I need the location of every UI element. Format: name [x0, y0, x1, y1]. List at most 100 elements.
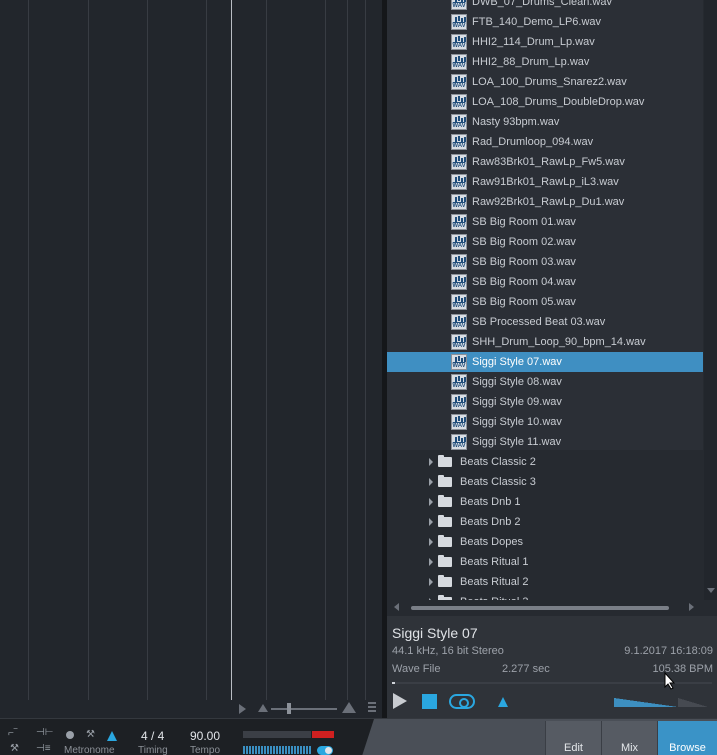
zoom-slider-handle[interactable]: [287, 703, 291, 714]
wav-file-icon: WAV: [451, 434, 467, 450]
tempo-value[interactable]: 90.00: [190, 729, 220, 743]
file-row[interactable]: WAV SB Big Room 01.wav: [387, 212, 703, 232]
grid-line: [28, 0, 29, 700]
folder-row[interactable]: Beats Ritual 2: [387, 572, 703, 592]
preview-volume-slider[interactable]: [614, 698, 678, 707]
file-row[interactable]: WAV Siggi Style 11.wav: [387, 432, 703, 452]
file-row[interactable]: WAV Nasty 93bpm.wav: [387, 112, 703, 132]
wav-file-icon: WAV: [451, 294, 467, 310]
file-row[interactable]: WAV Rad_Drumloop_094.wav: [387, 132, 703, 152]
wav-file-icon: WAV: [451, 234, 467, 250]
file-row[interactable]: WAV Siggi Style 07.wav: [387, 352, 703, 372]
punch-icon[interactable]: ⊣⊢: [36, 728, 53, 738]
folder-row[interactable]: Beats Ritual 1: [387, 552, 703, 572]
scroll-left-icon[interactable]: [394, 603, 399, 611]
zoom-out-icon[interactable]: [258, 704, 268, 712]
play-icon[interactable]: [393, 693, 407, 709]
file-row[interactable]: WAV Siggi Style 08.wav: [387, 372, 703, 392]
file-label: DWB_07_Drums_Clean.wav: [472, 0, 612, 8]
automation-icon[interactable]: ⌐‾: [8, 729, 17, 739]
vertical-scrollbar[interactable]: [704, 0, 717, 600]
folder-row[interactable]: Beats Dnb 2: [387, 512, 703, 532]
file-row[interactable]: WAV Raw92Brk01_RawLp_Du1.wav: [387, 192, 703, 212]
wav-file-icon: WAV: [451, 34, 467, 50]
file-row[interactable]: WAV SB Big Room 05.wav: [387, 292, 703, 312]
file-row[interactable]: WAV HHI2_114_Drum_Lp.wav: [387, 32, 703, 52]
wav-file-icon: WAV: [451, 94, 467, 110]
chevron-right-icon[interactable]: [429, 578, 433, 586]
file-row[interactable]: WAV Siggi Style 09.wav: [387, 392, 703, 412]
file-label: SHH_Drum_Loop_90_bpm_14.wav: [472, 336, 646, 348]
file-label: SB Big Room 03.wav: [472, 256, 576, 268]
app-window: WAV DWB_07_Drums_Clean.wav WAV FTB_140_Demo…: [0, 0, 717, 755]
file-info-panel: Siggi Style 07 44.1 kHz, 16 bit Stereo 9…: [387, 616, 717, 718]
folder-label: Beats Ritual 1: [460, 556, 529, 568]
zoom-in-icon[interactable]: [342, 702, 356, 713]
file-row[interactable]: WAV HHI2_88_Drum_Lp.wav: [387, 52, 703, 72]
grid-line: [347, 0, 348, 700]
folder-label: Beats Dopes: [460, 536, 523, 548]
folder-row[interactable]: Beats Classic 3: [387, 472, 703, 492]
file-row[interactable]: WAV Raw91Brk01_RawLp_iL3.wav: [387, 172, 703, 192]
tab-label: Edit: [564, 742, 583, 754]
wav-file-icon: WAV: [451, 394, 467, 410]
file-row[interactable]: WAV SB Big Room 03.wav: [387, 252, 703, 272]
record-icon[interactable]: [66, 731, 74, 739]
timing-value[interactable]: 4 / 4: [141, 729, 164, 743]
chevron-right-icon[interactable]: [429, 498, 433, 506]
tab-label: Mix: [620, 742, 639, 754]
wav-file-icon: WAV: [451, 274, 467, 290]
file-date: 9.1.2017 16:18:09: [624, 645, 713, 657]
loop-icon[interactable]: [449, 694, 475, 709]
wav-file-icon: WAV: [451, 174, 467, 190]
arrange-view[interactable]: [0, 0, 382, 718]
folder-row[interactable]: Beats Classic 2: [387, 452, 703, 472]
stop-icon[interactable]: [422, 694, 437, 709]
grip-icon[interactable]: [368, 702, 376, 714]
chevron-right-icon[interactable]: [429, 458, 433, 466]
wav-file-icon: WAV: [451, 0, 467, 10]
chevron-right-icon[interactable]: [429, 478, 433, 486]
file-duration: 2.277 sec: [502, 663, 550, 675]
file-row[interactable]: WAV LOA_108_Drums_DoubleDrop.wav: [387, 92, 703, 112]
tab-edit[interactable]: Edit: [545, 721, 601, 755]
folder-icon: [438, 515, 452, 527]
folder-row[interactable]: Beats Ritual 3: [387, 592, 703, 600]
file-row[interactable]: WAV SB Big Room 02.wav: [387, 232, 703, 252]
horizontal-scrollbar[interactable]: [387, 600, 717, 616]
chevron-right-icon[interactable]: [429, 538, 433, 546]
precount-icon[interactable]: ⊣≡: [36, 744, 51, 754]
zoom-slider-track[interactable]: [271, 708, 337, 710]
file-row[interactable]: WAV DWB_07_Drums_Clean.wav: [387, 0, 703, 12]
tab-mix[interactable]: Mix: [601, 721, 657, 755]
monitor-toggle[interactable]: [317, 746, 333, 755]
folder-label: Beats Dnb 2: [460, 516, 521, 528]
metronome-toggle-icon[interactable]: [107, 731, 117, 741]
wav-file-icon: WAV: [451, 254, 467, 270]
file-row[interactable]: WAV SHH_Drum_Loop_90_bpm_14.wav: [387, 332, 703, 352]
chevron-right-icon[interactable]: [429, 518, 433, 526]
wav-file-icon: WAV: [451, 114, 467, 130]
scroll-right-icon[interactable]: [689, 603, 694, 611]
folder-row[interactable]: Beats Dnb 1: [387, 492, 703, 512]
file-label: LOA_108_Drums_DoubleDrop.wav: [472, 96, 645, 108]
clip-indicator[interactable]: [312, 731, 334, 738]
file-row[interactable]: WAV FTB_140_Demo_LP6.wav: [387, 12, 703, 32]
file-row[interactable]: WAV Raw83Brk01_RawLp_Fw5.wav: [387, 152, 703, 172]
tab-browse[interactable]: Browse: [657, 721, 717, 755]
folder-row[interactable]: Beats Dopes: [387, 532, 703, 552]
file-browser: WAV DWB_07_Drums_Clean.wav WAV FTB_140_Demo…: [387, 0, 717, 600]
file-row[interactable]: WAV Siggi Style 10.wav: [387, 412, 703, 432]
file-label: Nasty 93bpm.wav: [472, 116, 560, 128]
wrench-icon[interactable]: ⚒: [10, 744, 19, 754]
metronome-icon[interactable]: [498, 697, 508, 707]
scroll-right-icon[interactable]: [239, 704, 246, 714]
file-row[interactable]: WAV SB Big Room 04.wav: [387, 272, 703, 292]
horizontal-scroll-thumb[interactable]: [411, 606, 669, 610]
chevron-right-icon[interactable]: [429, 558, 433, 566]
file-row[interactable]: WAV LOA_100_Drums_Snarez2.wav: [387, 72, 703, 92]
playhead-line[interactable]: [231, 0, 232, 700]
scroll-down-icon[interactable]: [707, 588, 715, 593]
file-row[interactable]: WAV SB Processed Beat 03.wav: [387, 312, 703, 332]
metronome-settings-icon[interactable]: ⚒: [86, 730, 95, 740]
